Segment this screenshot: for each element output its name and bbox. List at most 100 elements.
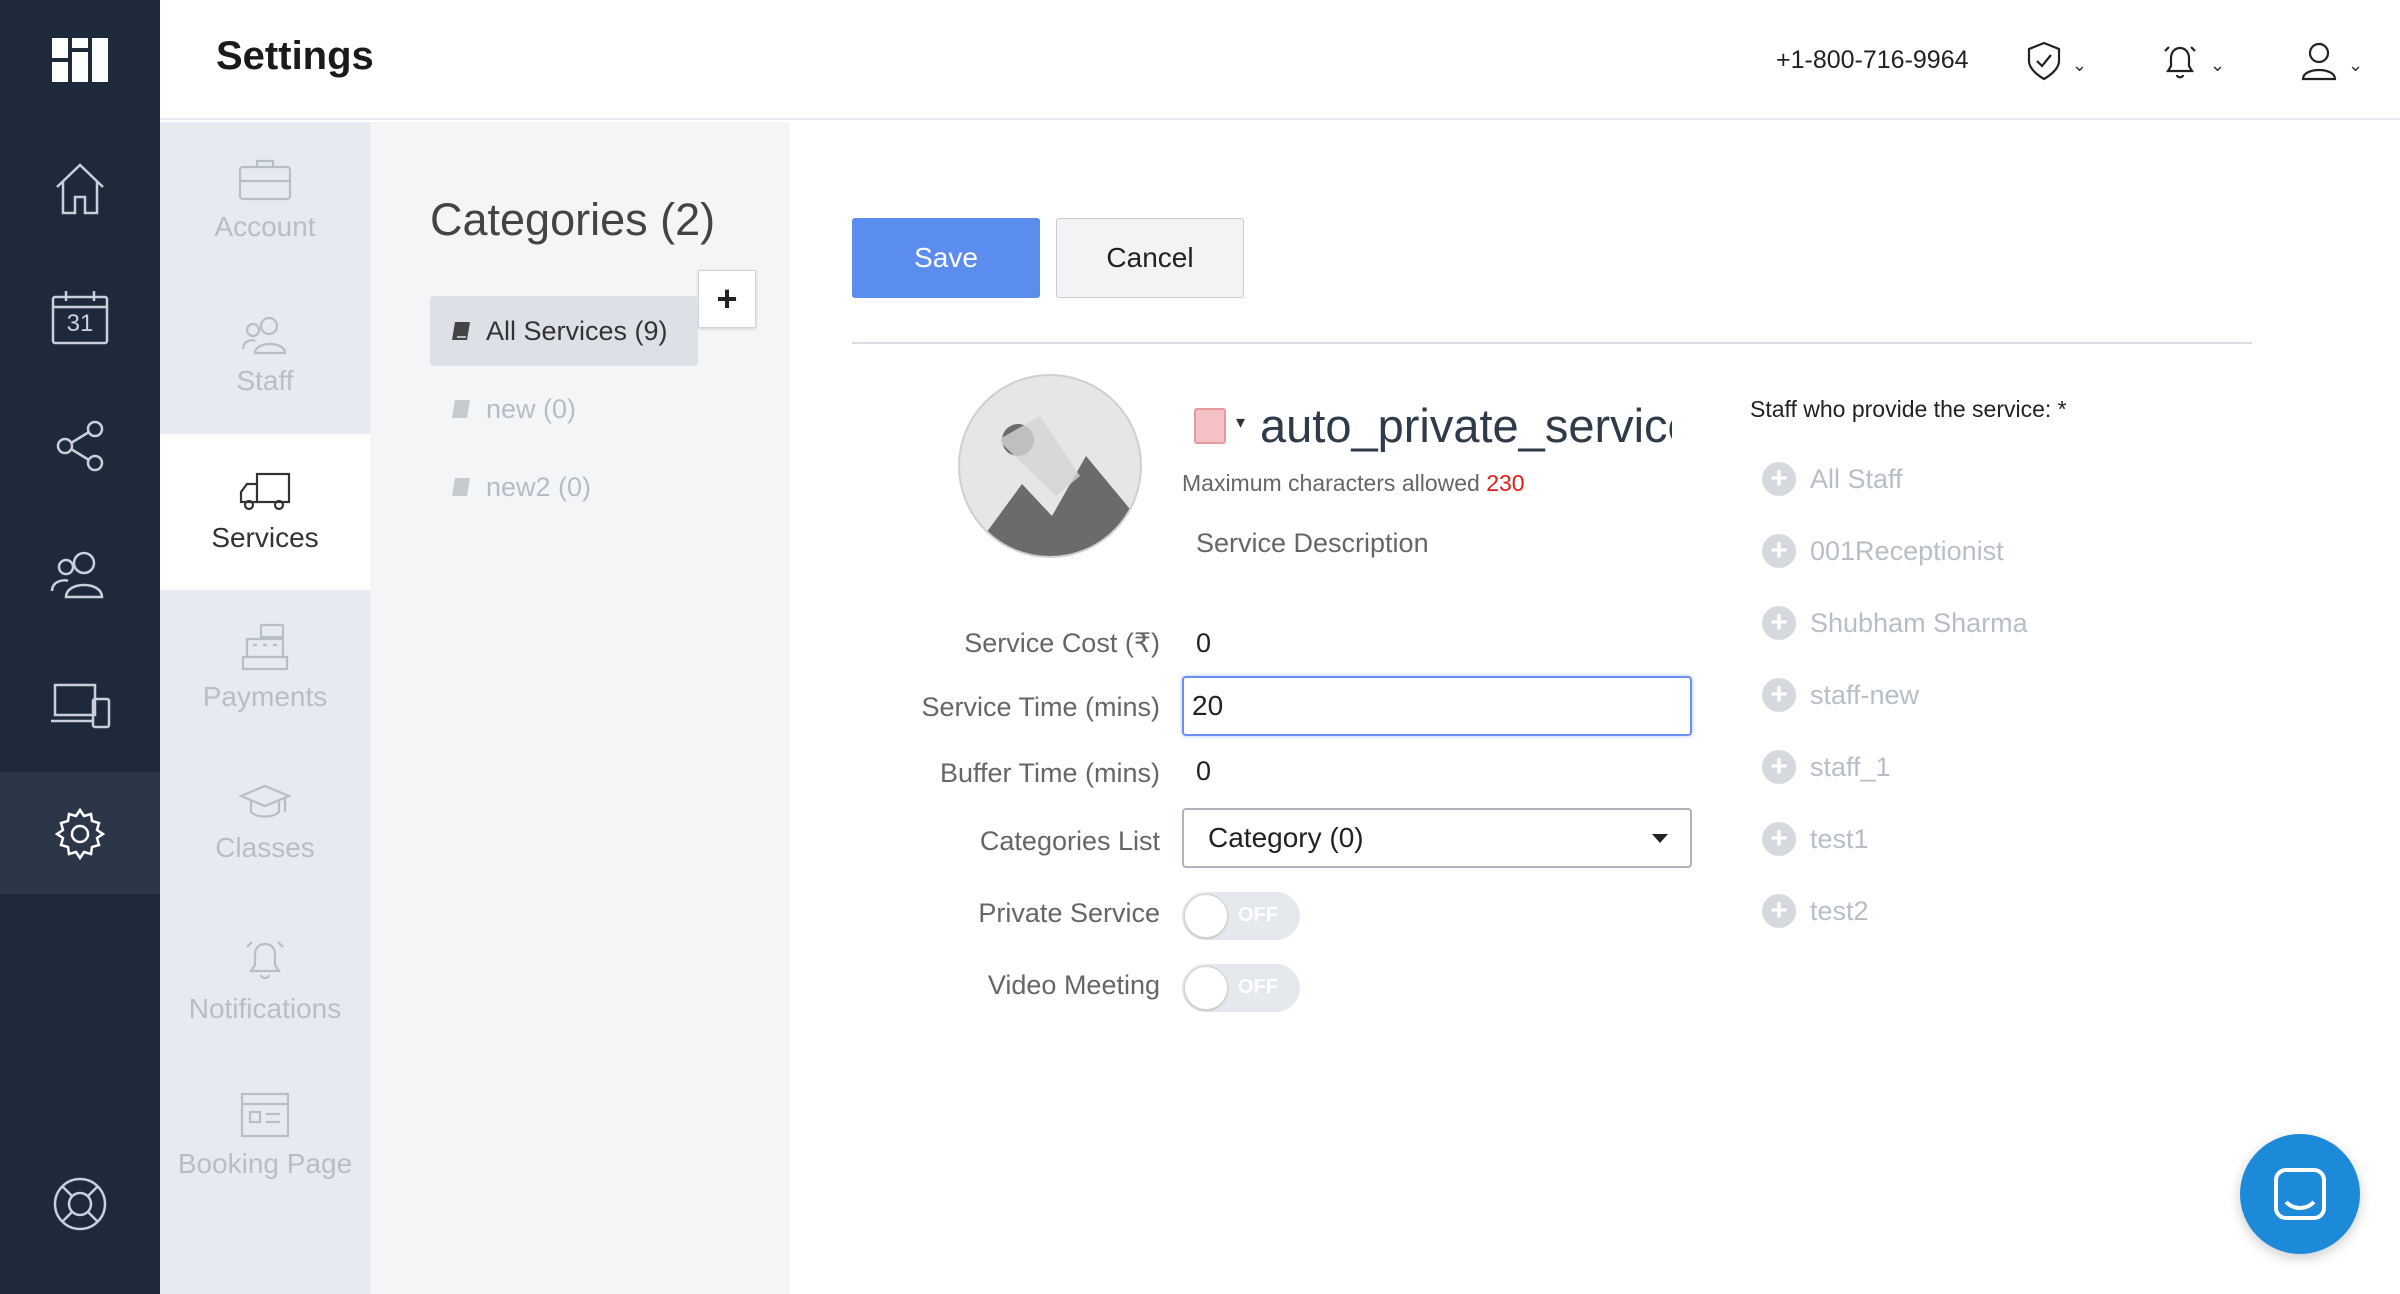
bell-icon — [2164, 46, 2196, 79]
staff-label: test1 — [1810, 823, 1869, 854]
chat-launcher-button[interactable] — [2240, 1134, 2360, 1254]
book-icon — [452, 478, 470, 496]
toggle-knob — [1184, 966, 1228, 1010]
settings-subnav: Account Staff Services Payments Classes … — [160, 122, 370, 1294]
image-placeholder-icon — [978, 416, 1140, 556]
staff-label: All Staff — [1810, 463, 1903, 494]
service-cost-value[interactable]: 0 — [1196, 628, 1211, 659]
staff-item[interactable]: +001Receptionist — [1762, 534, 2004, 568]
book-icon — [452, 322, 470, 340]
main-rail: 31 — [0, 0, 160, 1294]
cash-register-icon — [241, 623, 289, 671]
staff-item[interactable]: + test2 — [1762, 894, 1869, 928]
booking-page-icon — [240, 1092, 290, 1138]
caret-down-icon[interactable]: ▾ — [1236, 412, 1245, 433]
subnav-label: Services — [211, 522, 319, 553]
staff-label: 001Receptionist — [1810, 535, 2004, 566]
page-title: Settings — [216, 34, 374, 78]
subnav-label: Staff — [236, 365, 294, 396]
service-name-input[interactable]: auto_private_service — [1260, 398, 1672, 453]
book-icon — [452, 400, 470, 418]
save-button[interactable]: Save — [852, 218, 1040, 298]
staff-item[interactable]: + staff_1 — [1762, 750, 1891, 784]
shield-icon — [2027, 41, 2061, 81]
staff-label: Shubham Sharma — [1810, 607, 2028, 638]
category-item-new2[interactable]: new2 (0) — [430, 452, 611, 522]
private-service-toggle[interactable]: OFF — [1182, 892, 1300, 940]
color-picker-swatch[interactable] — [1194, 408, 1226, 444]
chevron-down-icon: ⌄ — [2348, 54, 2364, 75]
plus-circle-icon: + — [1762, 606, 1796, 640]
staff-section-title: Staff who provide the service: * — [1750, 396, 2067, 422]
logo-icon[interactable] — [52, 38, 108, 82]
private-service-label: Private Service — [978, 898, 1160, 928]
divider — [852, 342, 2252, 344]
notifications-menu[interactable]: ⌄ — [2160, 36, 2225, 86]
staff-item[interactable]: + All Staff — [1762, 462, 1903, 496]
video-meeting-toggle[interactable]: OFF — [1182, 964, 1300, 1012]
subnav-item-payments[interactable]: Payments — [160, 590, 370, 746]
categories-select[interactable]: Category (0) — [1182, 808, 1692, 868]
subnav-label: Booking Page — [177, 1148, 353, 1179]
categories-panel: Categories (2) + All Services (9) new (0… — [370, 122, 790, 1294]
service-time-input[interactable] — [1182, 676, 1692, 736]
service-description-field[interactable]: Service Description — [1196, 528, 1429, 559]
subnav-item-services[interactable]: Services — [160, 434, 370, 590]
briefcase-icon — [238, 159, 292, 201]
subnav-label: Payments — [202, 681, 328, 712]
category-label: new2 (0) — [486, 471, 592, 502]
chat-icon — [2274, 1168, 2326, 1220]
subnav-item-notifications[interactable]: Notifications — [160, 902, 370, 1058]
caret-down-icon — [1652, 833, 1668, 843]
staff-item[interactable]: + Shubham Sharma — [1762, 606, 2028, 640]
help-icon[interactable] — [40, 1164, 120, 1244]
devices-icon[interactable] — [40, 666, 120, 746]
staff-label: test2 — [1810, 895, 1869, 926]
chevron-down-icon: ⌄ — [2210, 54, 2226, 75]
home-icon[interactable] — [40, 148, 120, 228]
subnav-item-account[interactable]: Account — [160, 122, 370, 278]
service-cost-label: Service Cost (₹) — [964, 628, 1160, 658]
chevron-down-icon: ⌄ — [2072, 54, 2088, 75]
plus-circle-icon: + — [1762, 534, 1796, 568]
buffer-time-value[interactable]: 0 — [1196, 756, 1211, 787]
categories-select-value: Category (0) — [1208, 822, 1364, 853]
top-header: Settings +1-800-716-9964 ⌄ ⌄ ⌄ — [160, 0, 2400, 120]
plus-circle-icon: + — [1762, 750, 1796, 784]
staff-item[interactable]: + test1 — [1762, 822, 1869, 856]
staff-item[interactable]: + staff-new — [1762, 678, 1919, 712]
max-chars-count: 230 — [1486, 470, 1525, 496]
cancel-button[interactable]: Cancel — [1056, 218, 1244, 298]
subnav-item-booking-page[interactable]: Booking Page — [160, 1058, 370, 1214]
add-category-button[interactable]: + — [698, 270, 756, 328]
support-phone[interactable]: +1-800-716-9964 — [1776, 46, 1969, 75]
calendar-day: 31 — [66, 310, 94, 337]
staff-label: staff-new — [1810, 679, 1920, 710]
plus-circle-icon: + — [1762, 678, 1796, 712]
service-image-upload[interactable] — [958, 374, 1142, 558]
video-meeting-label: Video Meeting — [987, 970, 1160, 1000]
category-item-new[interactable]: new (0) — [430, 374, 596, 444]
profile-menu[interactable]: ⌄ — [2300, 36, 2363, 86]
share-icon[interactable] — [40, 406, 120, 486]
gear-icon[interactable] — [40, 794, 120, 874]
max-chars-hint: Maximum characters allowed 230 — [1182, 470, 1525, 497]
subnav-label: Classes — [215, 832, 315, 863]
toggle-state: OFF — [1238, 976, 1278, 998]
plus-circle-icon: + — [1762, 462, 1796, 496]
toggle-knob — [1184, 894, 1228, 938]
graduation-cap-icon — [239, 784, 291, 818]
category-item-all-services[interactable]: All Services (9) — [430, 296, 698, 366]
category-label: All Services (9) — [486, 315, 668, 346]
calendar-icon[interactable]: 31 — [40, 278, 120, 358]
subnav-label: Account — [214, 211, 316, 242]
staff-label: staff_1 — [1810, 751, 1891, 782]
subnav-item-staff[interactable]: Staff — [160, 278, 370, 434]
service-form: Save Cancel ▾ auto_private_service Maxim… — [790, 122, 2400, 1294]
security-menu[interactable]: ⌄ — [2026, 36, 2087, 86]
truck-icon — [239, 472, 291, 511]
service-time-label: Service Time (mins) — [921, 692, 1160, 722]
customers-icon[interactable] — [40, 534, 120, 614]
subnav-item-classes[interactable]: Classes — [160, 746, 370, 902]
category-label: new (0) — [486, 393, 577, 424]
